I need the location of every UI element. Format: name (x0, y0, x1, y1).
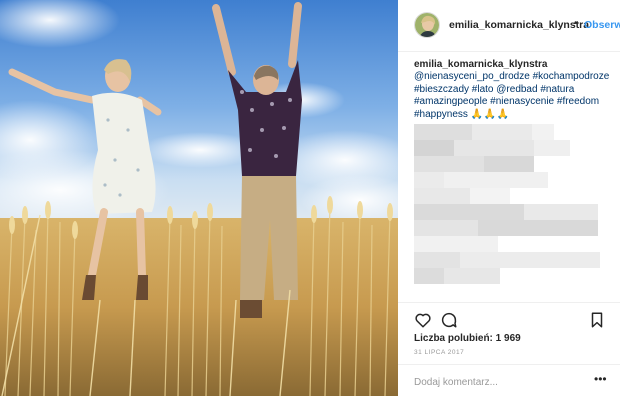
likes-number: 1 969 (495, 333, 521, 344)
avatar[interactable] (414, 12, 440, 38)
follow-button[interactable]: Obserwuj (584, 19, 620, 31)
heart-icon[interactable] (414, 311, 432, 329)
comment-input[interactable] (414, 374, 584, 390)
comment-bar: ••• (398, 364, 620, 396)
comment-icon[interactable] (440, 311, 458, 329)
post-date: 31 LIPCA 2017 (414, 349, 465, 356)
caption-hashtags-1[interactable]: #kochampodroze (533, 71, 610, 82)
caption-username[interactable]: emilia_komarnicka_klynstra (414, 59, 547, 70)
caption-hashtags-3[interactable]: #amazingpeople #nienasycenie #freedom (414, 96, 599, 107)
post-caption: emilia_komarnicka_klynstra @nienasyceni_… (414, 59, 614, 121)
header-separator: • (574, 18, 578, 29)
caption-mention[interactable]: @nienasyceni_po_drodze (414, 71, 530, 82)
caption-emoji: 🙏🙏🙏 (470, 108, 510, 120)
header-username[interactable]: emilia_komarnicka_klynstra (449, 19, 589, 31)
post-side-panel: emilia_komarnicka_klynstra • Obserwuj em… (398, 0, 620, 396)
bookmark-icon[interactable] (588, 311, 606, 329)
likes-label: Liczba polubień: (414, 333, 493, 344)
likes-count[interactable]: Liczba polubień: 1 969 (414, 333, 521, 344)
caption-hashtags-2[interactable]: #bieszczady #lato @redbad #natura (414, 84, 574, 95)
post-photo[interactable] (0, 0, 398, 396)
caption-hashtags-4[interactable]: #happyness (414, 109, 468, 120)
post-header: emilia_komarnicka_klynstra • Obserwuj (398, 0, 620, 52)
instagram-post: emilia_komarnicka_klynstra • Obserwuj em… (0, 0, 620, 396)
post-actions (398, 302, 620, 334)
blurred-comments (414, 124, 612, 296)
more-options-icon[interactable]: ••• (594, 372, 607, 386)
